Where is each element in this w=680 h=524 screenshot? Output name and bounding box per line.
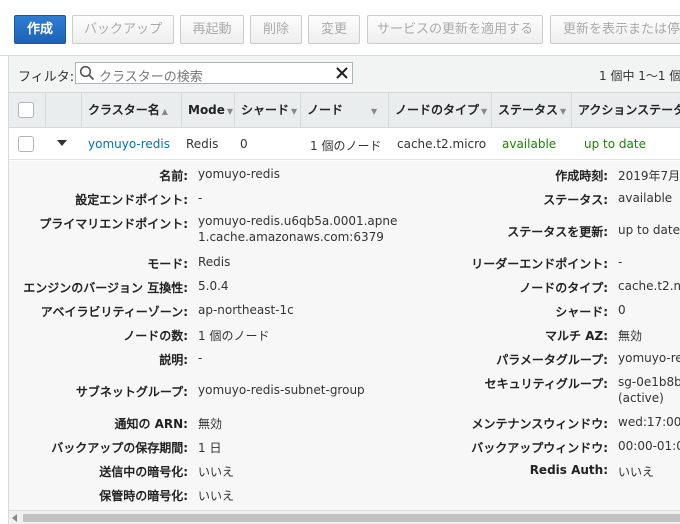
detail-value-reader-endpoint: - [618,255,623,269]
cluster-action-status: up to date [584,137,646,151]
detail-value-update-status: up to date [618,223,680,237]
detail-label-subnet-group: サブネットグループ: [75,385,188,399]
search-input[interactable]: クラスターの検索 [75,62,353,85]
column-header-shards[interactable]: シャード ▼ [234,93,300,127]
filter-label: フィルタ: [18,70,75,85]
detail-label-security-group: セキュリティグループ: [484,377,608,391]
detail-label-availability-zone: アベイラビリティーゾーン: [40,305,188,319]
table-row[interactable]: yomuyo-redis Redis 0 1 個のノード cache.t2.mi… [9,128,680,160]
cluster-nodes: 1 個のノード [310,139,382,153]
detail-value-encryption-in-transit: いいえ [198,465,235,479]
select-all-checkbox[interactable] [18,102,34,118]
detail-label-description: 説明: [159,353,188,367]
detail-value-shards: 0 [618,303,626,317]
chevron-down-icon: ▼ [560,107,567,116]
detail-value-primary-endpoint: yomuyo-redis.u6qb5a.0001.apne1.cache.ama… [198,214,398,244]
detail-value-name: yomuyo-redis [198,167,280,181]
detail-value-created: 2019年7月1 [618,169,680,183]
detail-value-multi-az: 無効 [618,329,643,343]
detail-label-encryption-in-transit: 送信中の暗号化: [99,465,188,479]
detail-label-node-count: ノードの数: [123,329,188,343]
detail-label-shards: シャード: [555,305,608,319]
detail-label-redis-auth: Redis Auth: [529,463,608,477]
cluster-details: 名前: yomuyo-redis 設定エンドポイント: - プライマリエンドポイ… [9,161,680,510]
create-button[interactable]: 作成 [14,15,66,44]
view-stop-updates-button[interactable]: 更新を表示または停止 [550,15,680,44]
detail-label-parameter-group: パラメータグループ: [496,353,608,367]
detail-label-maintenance-window: メンテナンスウィンドウ: [471,417,608,431]
detail-label-update-status: ステータスを更新: [507,225,608,239]
detail-value-redis-auth: いいえ [618,465,655,479]
detail-value-mode: Redis [198,255,231,269]
table-header: クラスター名 ▲ Mode ▼ シャード ▼ ノード ▼ ノードのタイプ ▼ ステータス ▼… [9,92,680,128]
column-header-node-type[interactable]: ノードのタイプ ▼ [388,93,491,127]
cluster-shards: 0 [240,137,248,151]
detail-label-engine-version: エンジンのバージョン 互換性: [23,281,188,295]
modify-button[interactable]: 変更 [308,15,360,44]
column-header-action-status[interactable]: アクションステータス [571,93,680,127]
detail-value-engine-version: 5.0.4 [198,279,229,293]
detail-value-security-group: sg-0e1b8b5c [618,375,680,389]
detail-label-primary-endpoint: プライマリエンドポイント: [39,217,188,231]
scroll-left-arrow-icon[interactable] [12,514,17,522]
column-header-nodes[interactable]: ノード ▼ [300,93,388,127]
detail-value-subnet-group: yomuyo-redis-subnet-group [198,383,365,397]
detail-label-name: 名前: [159,169,188,183]
toolbar: 作成 バックアップ 再起動 削除 変更 サービスの更新を適用する 更新を表示また… [0,0,680,56]
detail-label-backup-retention: バックアップの保存期間: [51,441,188,455]
row-checkbox[interactable] [18,136,34,152]
detail-value-parameter-group: yomuyo-redis [618,351,680,365]
search-icon [79,65,95,81]
delete-button[interactable]: 削除 [250,15,302,44]
detail-label-status: ステータス: [543,193,608,207]
column-header-cluster-name[interactable]: クラスター名 ▲ [81,93,181,127]
detail-label-multi-az: マルチ AZ: [545,329,608,343]
detail-value-status: available [618,191,673,205]
detail-value-availability-zone: ap-northeast-1c [198,303,294,317]
horizontal-scrollbar[interactable] [9,510,680,524]
detail-label-node-type: ノードのタイプ: [519,281,608,295]
reboot-button[interactable]: 再起動 [180,15,244,44]
cluster-mode: Redis [186,137,219,151]
backup-button[interactable]: バックアップ [72,15,174,44]
detail-value-node-type: cache.t2.micro [618,279,680,293]
sort-asc-icon: ▲ [161,107,168,116]
expand-caret-icon[interactable] [57,140,67,146]
detail-label-backup-window: バックアップウィンドウ: [471,441,608,455]
detail-value-node-count[interactable]: 1 個のノード [198,327,269,344]
cluster-panel: フィルタ: クラスターの検索 1 個中 1〜1 個 クラスター名 ▲ Mode ▼ … [8,56,680,524]
detail-value-notification-arn: 無効 [198,417,223,431]
detail-label-notification-arn: 通知の ARN: [114,417,188,431]
clear-icon[interactable] [334,65,350,81]
pagination-text: 1 個中 1〜1 個 [599,69,680,83]
detail-value-backup-retention: 1 日 [198,441,222,455]
cluster-node-type: cache.t2.micro [397,137,487,151]
chevron-down-icon: ▼ [481,107,488,116]
chevron-down-icon: ▼ [226,107,234,116]
detail-value-security-group-status: (active) [618,391,664,405]
column-header-status[interactable]: ステータス ▼ [491,93,571,127]
detail-value-config-endpoint: - [198,191,203,205]
filter-bar: フィルタ: クラスターの検索 1 個中 1〜1 個 [9,56,680,92]
detail-label-mode: モード: [147,257,188,271]
detail-label-config-endpoint: 設定エンドポイント: [75,193,188,207]
scrollbar-thumb[interactable] [23,514,680,522]
detail-value-backup-window: 00:00-01:00 [618,439,680,453]
detail-value-description: - [198,351,203,365]
detail-label-encryption-at-rest: 保管時の暗号化: [99,489,188,503]
detail-value-encryption-at-rest: いいえ [198,489,235,503]
detail-label-created: 作成時刻: [555,169,608,183]
column-header-mode[interactable]: Mode ▼ [181,93,234,127]
detail-label-reader-endpoint: リーダーエンドポイント: [471,257,608,271]
chevron-down-icon: ▼ [371,107,378,116]
detail-value-maintenance-window: wed:17:00-w [618,415,680,429]
chevron-down-icon: ▼ [291,107,298,116]
cluster-status: available [502,137,557,151]
column-header-sort-spacer [45,93,75,127]
search-placeholder: クラスターの検索 [99,70,203,85]
apply-service-updates-button[interactable]: サービスの更新を適用する [367,15,543,44]
cluster-name-link[interactable]: yomuyo-redis [88,137,170,151]
